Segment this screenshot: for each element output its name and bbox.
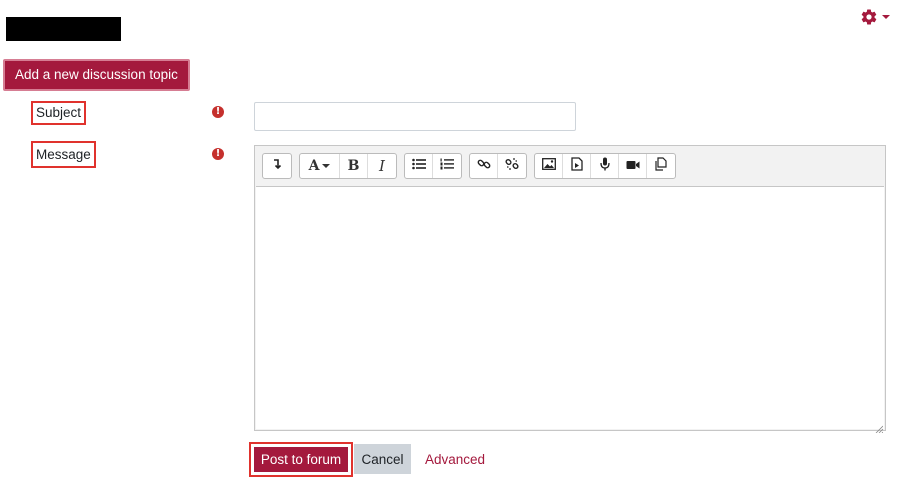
- post-to-forum-button[interactable]: Post to forum: [249, 442, 353, 477]
- record-audio-button[interactable]: [591, 154, 619, 178]
- caret-down-icon: [882, 13, 890, 21]
- manage-files-button[interactable]: [647, 154, 675, 178]
- toolbar-group-lists: [404, 153, 462, 179]
- italic-icon: I: [379, 157, 385, 175]
- unlink-button[interactable]: [498, 154, 526, 178]
- bold-icon: B: [347, 158, 360, 174]
- font-style-button[interactable]: A: [300, 154, 340, 178]
- message-editor: A B I: [254, 145, 886, 434]
- image-icon: [541, 157, 556, 175]
- exclamation-circle-icon: !: [212, 106, 224, 118]
- link-icon: [477, 157, 491, 176]
- collapse-button[interactable]: [263, 154, 291, 178]
- record-audio-icon: [599, 157, 610, 176]
- media-icon: [570, 156, 583, 176]
- toolbar-group-collapse: [262, 153, 292, 179]
- page: Add a new discussion topic Subject ! Mes…: [0, 0, 900, 481]
- redacted-block: [6, 17, 121, 41]
- unlink-icon: [505, 157, 519, 176]
- record-video-button[interactable]: [619, 154, 647, 178]
- toolbar-group-format: A B I: [299, 153, 397, 179]
- bold-button[interactable]: B: [340, 154, 368, 178]
- subject-label: Subject: [31, 101, 87, 125]
- settings-menu[interactable]: [860, 8, 890, 26]
- message-label: Message: [31, 141, 96, 168]
- resize-handle-icon[interactable]: [875, 420, 884, 434]
- exclamation-circle-icon: !: [212, 148, 224, 160]
- advanced-link[interactable]: Advanced: [425, 452, 485, 467]
- unordered-list-button[interactable]: [405, 154, 433, 178]
- editor-toolbar: A B I: [255, 146, 885, 186]
- font-style-icon: A: [308, 158, 320, 174]
- subject-input[interactable]: [254, 102, 576, 131]
- cancel-button[interactable]: Cancel: [354, 444, 411, 474]
- media-button[interactable]: [563, 154, 591, 178]
- unordered-list-icon: [411, 157, 426, 175]
- ordered-list-icon: [440, 157, 454, 175]
- image-button[interactable]: [535, 154, 563, 178]
- record-video-icon: [626, 157, 640, 175]
- toolbar-group-links: [469, 153, 527, 179]
- manage-files-icon: [654, 156, 668, 176]
- italic-button[interactable]: I: [368, 154, 396, 178]
- link-button[interactable]: [470, 154, 498, 178]
- collapse-icon: [271, 157, 283, 175]
- ordered-list-button[interactable]: [433, 154, 461, 178]
- toolbar-group-media: [534, 153, 676, 179]
- add-discussion-topic-button[interactable]: Add a new discussion topic: [3, 59, 190, 91]
- gear-icon: [860, 8, 878, 26]
- message-content-area[interactable]: [256, 186, 884, 429]
